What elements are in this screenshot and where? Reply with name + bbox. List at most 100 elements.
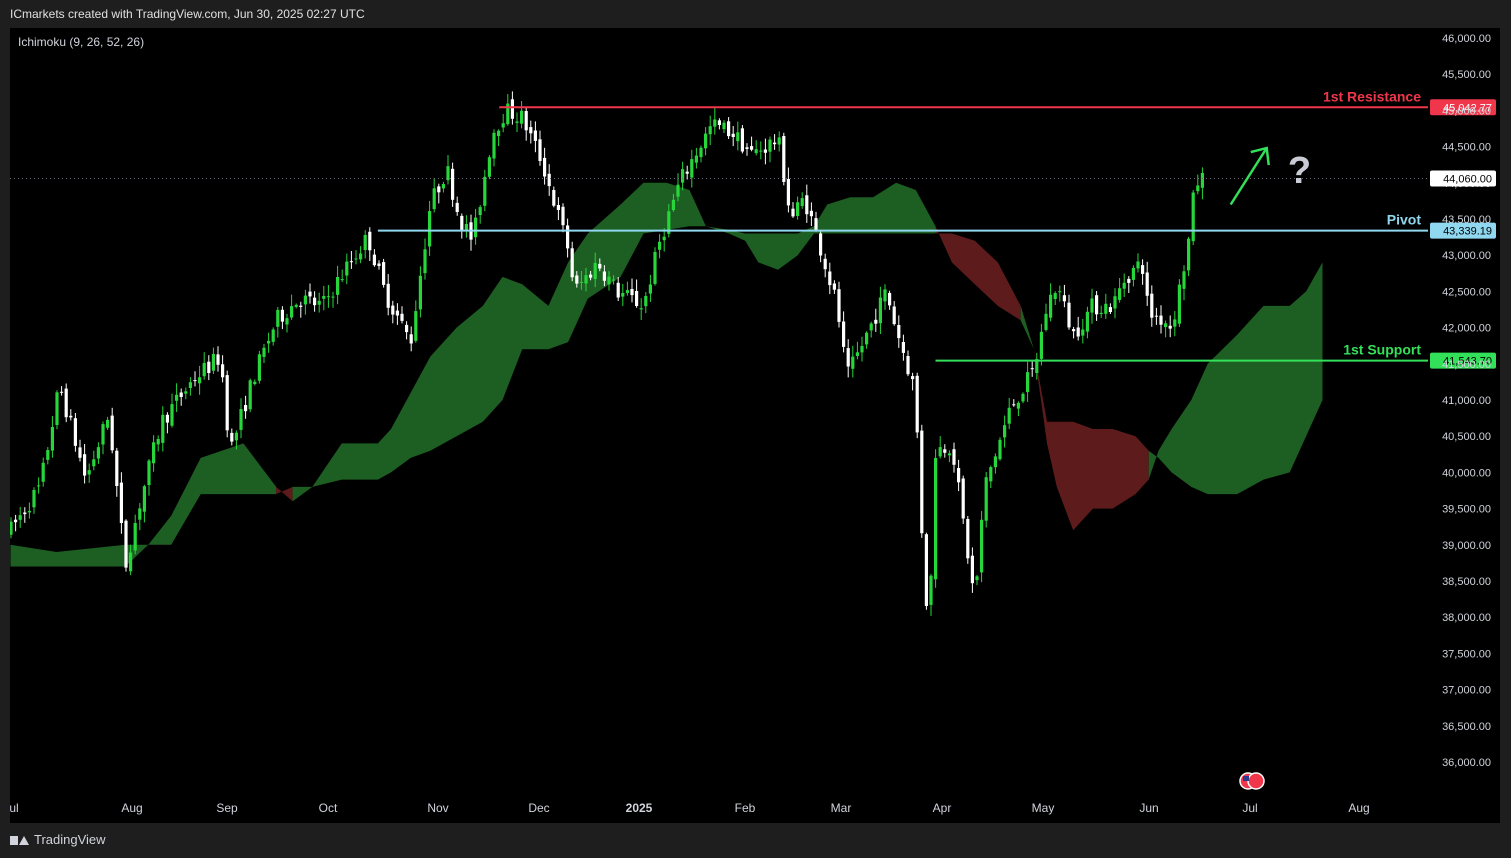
candle-body	[188, 382, 192, 388]
candle-body	[552, 190, 556, 206]
candle-body	[607, 276, 611, 285]
candle-body	[846, 348, 850, 367]
candles	[10, 91, 1204, 616]
candle-body	[773, 142, 777, 145]
candle-body	[602, 271, 606, 281]
indicator-label[interactable]: Ichimoku (9, 26, 52, 26)	[18, 35, 144, 49]
candle-body	[1164, 323, 1168, 328]
candle-body	[671, 199, 675, 211]
level-name: 1st Resistance	[1323, 88, 1421, 104]
candle-body	[198, 377, 202, 384]
candle-body	[175, 394, 179, 401]
candle-body	[980, 519, 984, 573]
y-tick-label: 41,500.00	[1442, 359, 1491, 371]
candle-body	[616, 282, 620, 298]
candle-body	[60, 391, 64, 393]
candle-body	[317, 300, 321, 305]
candle-body	[796, 202, 800, 216]
candle-body	[1136, 261, 1140, 269]
x-tick-label: Jul	[1242, 801, 1257, 815]
candle-body	[10, 521, 13, 535]
candle-body	[432, 188, 436, 210]
candle-body	[129, 552, 133, 572]
candle-body	[1177, 284, 1181, 324]
candle-body	[924, 534, 928, 606]
candle-body	[41, 462, 45, 482]
y-tick-label: 36,500.00	[1442, 721, 1491, 733]
candle-body	[202, 363, 206, 377]
candle-body	[888, 293, 892, 306]
footer-brand[interactable]: TradingView	[10, 832, 106, 847]
y-tick-label: 46,000.00	[1442, 33, 1491, 45]
candle-body	[225, 375, 229, 431]
x-tick-label: Feb	[735, 801, 756, 815]
candle-body	[1099, 312, 1103, 314]
candle-body	[630, 289, 634, 296]
candle-body	[874, 319, 878, 324]
x-tick-label: Sep	[216, 801, 238, 815]
candle-body	[763, 149, 767, 153]
candle-body	[897, 325, 901, 339]
y-tick-label: 37,500.00	[1442, 648, 1491, 660]
question-mark-icon: ?	[1288, 150, 1311, 192]
candle-body	[501, 123, 505, 128]
y-tick-label: 38,000.00	[1442, 612, 1491, 624]
candle-body	[1141, 265, 1145, 274]
candle-body	[855, 352, 859, 356]
candle-body	[883, 289, 887, 302]
time-axis[interactable]: Jul Aug Sep Oct Nov Dec 2025 Feb Mar Apr May Jun Jul…	[10, 801, 1370, 815]
candle-body	[1012, 404, 1016, 406]
candle-body	[497, 130, 501, 137]
tradingview-logo-icon	[10, 834, 29, 846]
candle-body	[1026, 372, 1030, 393]
candle-body	[92, 459, 96, 467]
candle-body	[1182, 271, 1186, 289]
candle-body	[570, 248, 574, 278]
candle-body	[869, 323, 873, 331]
candle-body	[584, 275, 588, 284]
candle-body	[989, 467, 993, 482]
x-tick-label: Nov	[427, 801, 448, 815]
candle-body	[418, 275, 422, 310]
candle-body	[492, 132, 496, 159]
candle-body	[234, 432, 238, 441]
candle-body	[221, 364, 225, 378]
y-tick-label: 45,500.00	[1442, 69, 1491, 81]
candle-body	[69, 415, 73, 418]
candle-body	[271, 329, 275, 342]
candle-body	[55, 392, 59, 425]
candle-body	[405, 324, 409, 333]
candle-body	[1150, 293, 1154, 318]
candle-body	[708, 126, 712, 135]
candle-body	[303, 295, 307, 305]
cloud-bull-segment	[1020, 305, 1034, 350]
candle-body	[1003, 425, 1007, 438]
cloud-bear-segment	[1033, 349, 1149, 531]
x-tick-label: Jul	[10, 801, 19, 815]
chart-area[interactable]: Ichimoku (9, 26, 52, 26) 1st Resistance 4…	[10, 28, 1500, 823]
candle-body	[400, 313, 404, 321]
y-tick-label: 43,500.00	[1442, 214, 1491, 226]
x-tick-label: Aug	[121, 801, 142, 815]
candle-body	[27, 510, 31, 513]
candle-body	[809, 210, 813, 217]
candle-body	[290, 306, 294, 318]
candle-body	[460, 215, 464, 231]
candle-body	[1072, 329, 1076, 332]
candle-body	[331, 296, 335, 298]
candle-body	[934, 458, 938, 580]
candle-body	[1067, 302, 1071, 328]
candle-body	[524, 111, 528, 131]
candle-body	[110, 415, 114, 451]
candle-body	[662, 236, 666, 241]
candle-body	[179, 392, 183, 397]
candle-body	[386, 283, 390, 308]
candlestick-chart[interactable]: Ichimoku (9, 26, 52, 26) 1st Resistance 4…	[10, 28, 1500, 823]
candle-body	[947, 453, 951, 456]
y-tick-label: 37,000.00	[1442, 685, 1491, 697]
candle-body	[648, 284, 652, 294]
candle-body	[1187, 238, 1191, 271]
candle-body	[1173, 319, 1177, 327]
candle-body	[906, 356, 910, 375]
candle-body	[791, 208, 795, 217]
